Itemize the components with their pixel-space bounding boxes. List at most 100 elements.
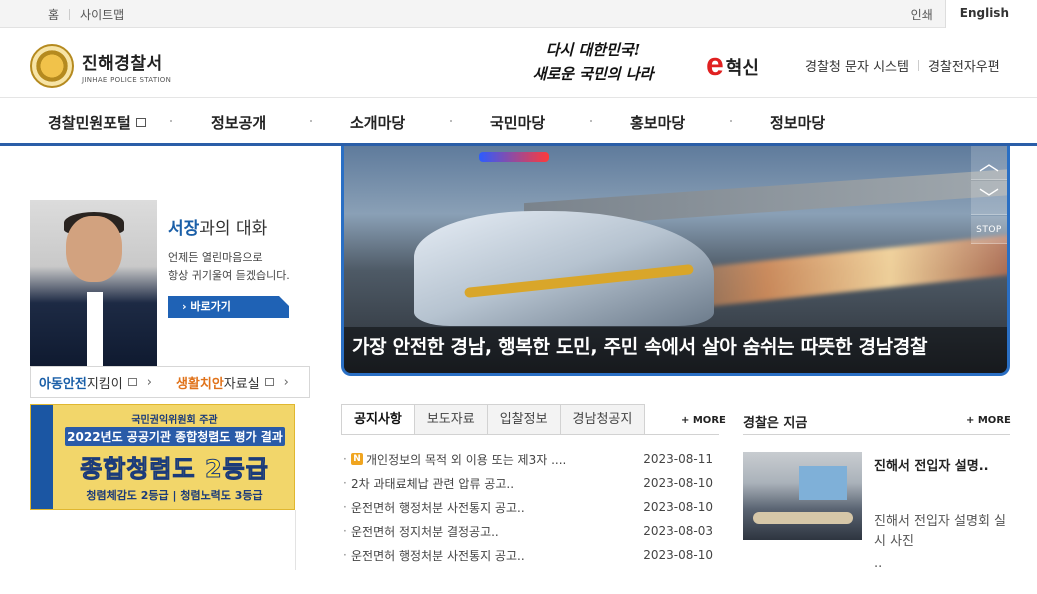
quick-child-safety-bold: 아동안전 [39, 376, 87, 392]
notice-title: 운전면허 행정처분 사전통지 공고.. [351, 500, 525, 515]
quick-safety-data-rest: 자료실 [223, 376, 260, 392]
police-now-title: 경찰은 지금 [743, 416, 808, 431]
slogan-line-1: 다시 대한민국! [545, 41, 641, 59]
bullet-icon: · [343, 452, 347, 466]
police-now-ellipsis: .. [874, 556, 883, 571]
e-innovation-mark: e [706, 46, 724, 82]
bullet-icon: · [343, 500, 347, 514]
list-item[interactable]: · 운전면허 행정처분 사전통지 공고.. 2023-08-10 [343, 543, 713, 567]
notice-tab-underline [341, 434, 719, 435]
site-logo[interactable]: 진해경찰서 JINHAE POLICE STATION [30, 44, 171, 88]
slogan-image: 다시 대한민국! 새로운 국민의 나라 [528, 38, 658, 86]
notice-title: 운전면허 행정처분 사전통지 공고.. [351, 548, 525, 563]
new-window-icon [135, 118, 146, 127]
site-header: 진해경찰서 JINHAE POLICE STATION 다시 대한민국! 새로운… [0, 28, 1037, 98]
list-item[interactable]: · 운전면허 행정처분 사전통지 공고.. 2023-08-10 [343, 495, 713, 519]
tab-bidding[interactable]: 입찰정보 [487, 404, 561, 435]
quick-child-safety[interactable]: 아동안전 지킴이 › [31, 373, 152, 392]
chief-desc-line-2: 항상 귀기울여 듣겠습니다. [168, 269, 290, 282]
police-now-more-link[interactable]: + MORE [966, 415, 1011, 426]
slider-next-button[interactable]: ﹀ [971, 181, 1007, 215]
notice-title: 개인정보의 목적 외 이용 또는 제3자 .... [366, 452, 567, 467]
chevron-down-icon: ﹀ [979, 186, 999, 210]
list-item[interactable]: · 운전면허 정지처분 결정공고.. 2023-08-03 [343, 519, 713, 543]
nav-divider [170, 120, 172, 122]
utility-right: 인쇄 English [899, 0, 1037, 28]
slogan-line-2: 새로운 국민의 나라 [532, 65, 654, 83]
police-emblem-icon [30, 44, 74, 88]
print-link[interactable]: 인쇄 [899, 0, 945, 28]
chief-title: 서장과의 대화 [168, 214, 267, 239]
sms-system-link[interactable]: 경찰청 문자 시스템 [805, 56, 909, 75]
chief-title-bold: 서장 [168, 219, 200, 239]
chief-photo-face [66, 216, 122, 282]
tab-gyeongnam-notice[interactable]: 경남청공지 [560, 404, 646, 435]
chief-title-rest: 과의 대화 [199, 219, 268, 239]
nav-information[interactable]: 정보마당 [770, 112, 825, 133]
bullet-icon: · [343, 548, 347, 562]
nav-citizen[interactable]: 국민마당 [490, 112, 545, 133]
list-item[interactable]: · N 개인정보의 목적 외 이용 또는 제3자 .... 2023-08-11 [343, 447, 713, 471]
main-navigation: 경찰민원포털 정보공개 소개마당 국민마당 홍보마당 정보마당 [0, 99, 1037, 146]
notice-date: 2023-08-10 [643, 500, 713, 514]
slider-prev-button[interactable]: ︿ [971, 146, 1007, 180]
utility-links: 홈 사이트맵 [48, 6, 124, 23]
chief-go-button[interactable]: › 바로가기 [168, 296, 289, 318]
e-innovation-logo: e 혁신 [706, 48, 759, 80]
quick-links: 아동안전 지킴이 › 생활치안 자료실 › [30, 366, 310, 398]
chevron-right-icon: › [182, 300, 187, 313]
nav-introduction[interactable]: 소개마당 [350, 112, 405, 133]
station-name: 진해경찰서 [82, 53, 163, 74]
tab-notice[interactable]: 공지사항 [341, 404, 415, 435]
notice-more-link[interactable]: + MORE [681, 415, 726, 426]
banner-line-1: 국민권익위원회 주관 [131, 415, 218, 426]
notice-date: 2023-08-10 [643, 548, 713, 562]
notice-tabs: 공지사항 보도자료 입찰정보 경남청공지 [341, 404, 646, 435]
photo-screen [799, 466, 847, 500]
integrity-banner[interactable]: 국민권익위원회 주관 2022년도 공공기관 종합청렴도 평가 결과 종합청렴도… [30, 404, 295, 510]
police-email-link[interactable]: 경찰전자우편 [928, 56, 1000, 75]
nav-civil-portal[interactable]: 경찰민원포털 [48, 112, 146, 133]
slider-stop-button[interactable]: STOP [971, 216, 1007, 244]
police-now-photo[interactable] [743, 452, 862, 540]
nav-promotion[interactable]: 홍보마당 [630, 112, 685, 133]
bullet-icon: · [343, 476, 347, 490]
banner-line-3: 종합청렴도 2등급 [80, 455, 269, 484]
chevron-up-icon: ︿ [979, 151, 999, 175]
police-now-underline [743, 434, 1010, 435]
chief-photo-shirt [87, 292, 103, 366]
chief-go-label: 바로가기 [190, 300, 231, 313]
nav-divider [450, 120, 452, 122]
new-badge: N [351, 453, 363, 465]
slide-caption: 가장 안전한 경남, 행복한 도민, 주민 속에서 살아 숨쉬는 따뜻한 경남경… [352, 336, 928, 358]
nav-civil-portal-label: 경찰민원포털 [48, 114, 131, 132]
quick-safety-data[interactable]: 생활치안 자료실 › [152, 373, 289, 392]
nav-info-disclosure[interactable]: 정보공개 [211, 112, 266, 133]
home-link[interactable]: 홈 [48, 6, 59, 23]
new-window-icon [127, 378, 137, 386]
notice-date: 2023-08-11 [643, 452, 713, 466]
nav-divider [590, 120, 592, 122]
notice-title: 운전면허 정지처분 결정공고.. [351, 524, 499, 539]
sitemap-link[interactable]: 사이트맵 [80, 6, 124, 23]
police-now-description: 진해서 전입자 설명회 실시 사진 [874, 514, 1006, 549]
nav-divider [730, 120, 732, 122]
tab-press[interactable]: 보도자료 [414, 404, 488, 435]
english-link[interactable]: English [944, 0, 1037, 28]
chief-photo [30, 200, 157, 366]
main-visual-slider[interactable]: ︿ ﹀ STOP 가장 안전한 경남, 행복한 도민, 주민 속에서 살아 숨쉬… [341, 146, 1010, 376]
photo-table [753, 512, 853, 524]
notice-list: · N 개인정보의 목적 외 이용 또는 제3자 .... 2023-08-11… [343, 447, 713, 567]
quick-child-safety-rest: 지킴이 [86, 376, 123, 392]
chief-desc-line-1: 언제든 열린마음으로 [168, 251, 263, 264]
quick-safety-data-bold: 생활치안 [175, 376, 224, 392]
slide-image-siren [479, 152, 549, 162]
e-innovation-text: 혁신 [725, 58, 759, 79]
logo-text: 진해경찰서 JINHAE POLICE STATION [82, 49, 171, 84]
column-divider [295, 510, 296, 570]
banner-line-4: 청렴체감도 2등급 | 청렴노력도 3등급 [86, 489, 263, 502]
police-now-headline[interactable]: 진해서 전입자 설명.. [874, 455, 989, 474]
chevron-right-icon: › [283, 374, 289, 390]
divider [69, 9, 71, 20]
list-item[interactable]: · 2차 과태료체납 관련 압류 공고.. 2023-08-10 [343, 471, 713, 495]
